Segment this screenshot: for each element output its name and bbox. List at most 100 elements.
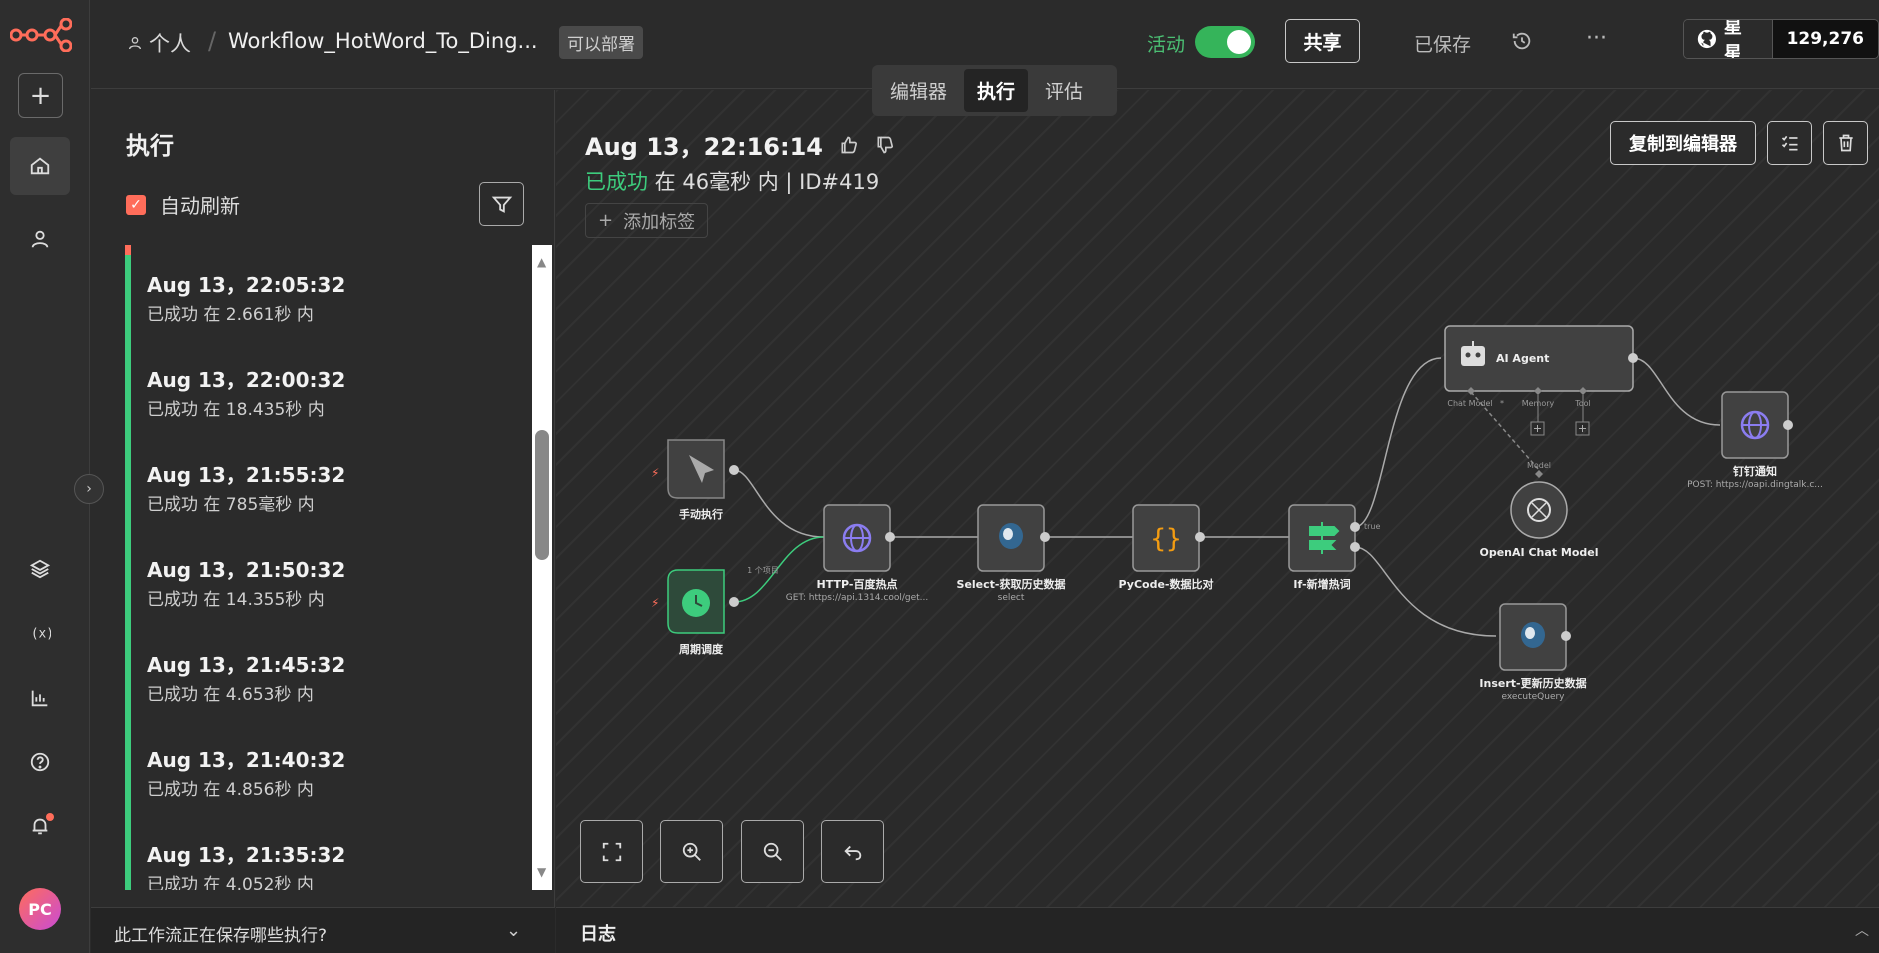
execution-date: Aug 13，22:05:32 [147,273,346,297]
bell-icon[interactable] [10,797,70,855]
share-button[interactable]: 共享 [1285,19,1360,63]
filter-icon [491,196,512,213]
notification-dot [46,813,54,821]
saving-settings-bar[interactable]: 此工作流正在保存哪些执行? ⌄ [91,907,555,953]
fit-view-icon [602,842,621,861]
execution-status: 已成功 在 18.435秒 内 [147,400,325,420]
log-panel-bar[interactable]: 日志 ︿ [556,907,1879,953]
more-options-icon[interactable]: ··· [1586,26,1607,51]
workflow-graph: ⚡ 手动执行 ⚡ 周期调度 1 个项目 HTTP-百度热点 GET: https… [651,325,1823,702]
zoom-in-icon [682,842,701,861]
executions-title: 执行 [126,132,174,160]
node-label: Select-获取历史数据 [957,577,1066,591]
execution-date: Aug 13，21:45:32 [147,653,346,677]
execution-item[interactable]: Aug 13，21:50:32 已成功 在 14.355秒 内 [125,530,533,625]
execution-list-scrollbar[interactable] [532,245,552,890]
node-http-request[interactable]: HTTP-百度热点 GET: https://api.1314.cool/get… [786,504,929,603]
execution-status: 已成功 在 4.653秒 内 [147,685,314,705]
node-label: HTTP-百度热点 [817,577,898,591]
insights-icon[interactable] [10,669,70,727]
chevron-up-icon[interactable]: ︿ [1855,920,1869,940]
templates-icon[interactable] [10,540,70,598]
tab-executions[interactable]: 执行 [964,69,1029,112]
chevron-down-icon: ⌄ [506,920,522,941]
edge-items-label: 1 个项目 [747,566,779,575]
scroll-up-icon[interactable]: ▲ [537,255,546,269]
zoom-in-button[interactable] [660,820,723,883]
trigger-bolt-icon: ⚡ [651,466,659,480]
user-icon [129,37,141,50]
execution-date: Aug 13，21:40:32 [147,748,346,772]
saved-status: 已保存 [1414,34,1472,56]
left-nav: + (x) PC [0,0,90,953]
zoom-out-icon [763,842,782,861]
add-icon[interactable]: + [18,73,63,118]
workflow-canvas[interactable]: Aug 13，22:16:14 已成功 在 46毫秒 内 | ID#419 + 添… [556,90,1879,907]
expand-sidebar-icon[interactable]: › [74,474,104,504]
execution-item[interactable]: Aug 13，21:45:32 已成功 在 4.653秒 内 [125,625,533,720]
execution-date: Aug 13，21:55:32 [147,463,346,487]
n8n-logo[interactable] [10,18,72,52]
owner-label: 个人 [149,32,191,56]
scroll-down-icon[interactable]: ▼ [537,865,546,879]
github-icon [1697,29,1717,49]
node-manual-trigger[interactable]: ⚡ 手动执行 [651,439,739,521]
log-label: 日志 [580,924,616,945]
node-label: 手动执行 [679,507,723,521]
avatar[interactable]: PC [19,888,61,930]
breadcrumb-separator: / [208,27,217,55]
execution-item[interactable]: Aug 13，22:00:32 已成功 在 18.435秒 内 [125,340,533,435]
tab-evaluation[interactable]: 评估 [1032,69,1096,112]
active-toggle[interactable] [1195,26,1255,58]
home-icon[interactable] [10,137,70,195]
node-label: Insert-更新历史数据 [1479,676,1586,690]
trigger-bolt-icon: ⚡ [651,596,659,610]
execution-item[interactable]: Aug 13，22:05:32 已成功 在 2.661秒 内 [125,245,533,340]
node-ai-agent[interactable]: AI Agent Chat Model * Memory Tool [1444,325,1638,436]
node-subtitle: executeQuery [1501,692,1565,702]
reset-zoom-button[interactable] [821,820,884,883]
node-label: 钉钉通知 [1733,464,1777,478]
zoom-out-button[interactable] [741,820,804,883]
node-python-code[interactable]: {} PyCode-数据比对 [1119,504,1214,591]
history-icon[interactable] [1511,30,1533,52]
scrollbar-thumb[interactable] [535,430,549,560]
auto-refresh-label: 自动刷新 [160,194,240,218]
execution-date: Aug 13，21:35:32 [147,843,346,867]
deploy-badge: 可以部署 [559,26,643,59]
node-dingtalk-notify[interactable]: 钉钉通知 POST: https://oapi.dingtalk.c... [1687,391,1823,490]
node-subtitle: POST: https://oapi.dingtalk.c... [1687,480,1823,490]
auto-refresh-checkbox[interactable]: ✓ [126,194,146,215]
node-select-postgres[interactable]: Select-获取历史数据 select [957,504,1066,603]
node-insert-postgres[interactable]: Insert-更新历史数据 executeQuery [1479,603,1587,702]
execution-item[interactable]: Aug 13，21:40:32 已成功 在 4.856秒 内 [125,720,533,815]
undo-icon [843,845,861,860]
auto-refresh[interactable]: ✓ 自动刷新 [126,190,240,219]
breadcrumb-owner[interactable]: 个人 [127,28,191,58]
node-schedule-trigger[interactable]: ⚡ 周期调度 1 个项目 [651,566,779,656]
help-icon[interactable] [10,733,70,791]
tab-editor[interactable]: 编辑器 [877,69,960,112]
node-openai-chat-model[interactable]: Model OpenAI Chat Model [1480,461,1599,559]
model-port-label: Model [1527,461,1551,470]
node-label: PyCode-数据比对 [1119,577,1214,591]
n8n-app: + (x) PC › 个人 / Workflow_Hot [0,0,1879,953]
execution-date: Aug 13，21:50:32 [147,558,346,582]
execution-item[interactable]: Aug 13，21:35:32 已成功 在 4.052秒 内 [125,815,533,890]
fit-view-button[interactable] [580,820,643,883]
execution-date: Aug 13，22:00:32 [147,368,346,392]
svg-text:(x): (x) [31,627,51,642]
user-icon[interactable] [10,210,70,268]
variables-icon[interactable]: (x) [10,604,70,662]
filter-button[interactable] [479,182,524,226]
execution-status: 已成功 在 2.661秒 内 [147,305,314,325]
github-star-button[interactable]: 星星 129,276 [1683,19,1879,59]
execution-list: Aug 13，22:05:32 已成功 在 2.661秒 内 Aug 13，22:… [125,245,533,890]
saving-question: 此工作流正在保存哪些执行? [114,926,328,946]
workflow-name[interactable]: Workflow_HotWord_To_Ding... [228,29,538,53]
node-label: 周期调度 [679,642,724,656]
node-subtitle: GET: https://api.1314.cool/get... [786,593,929,603]
executions-panel: 执行 ✓ 自动刷新 Aug 13，22:05:32 已成功 在 2.661秒 内 … [91,90,555,953]
execution-item[interactable]: Aug 13，21:55:32 已成功 在 785毫秒 内 [125,435,533,530]
execution-status: 已成功 在 785毫秒 内 [147,495,315,515]
